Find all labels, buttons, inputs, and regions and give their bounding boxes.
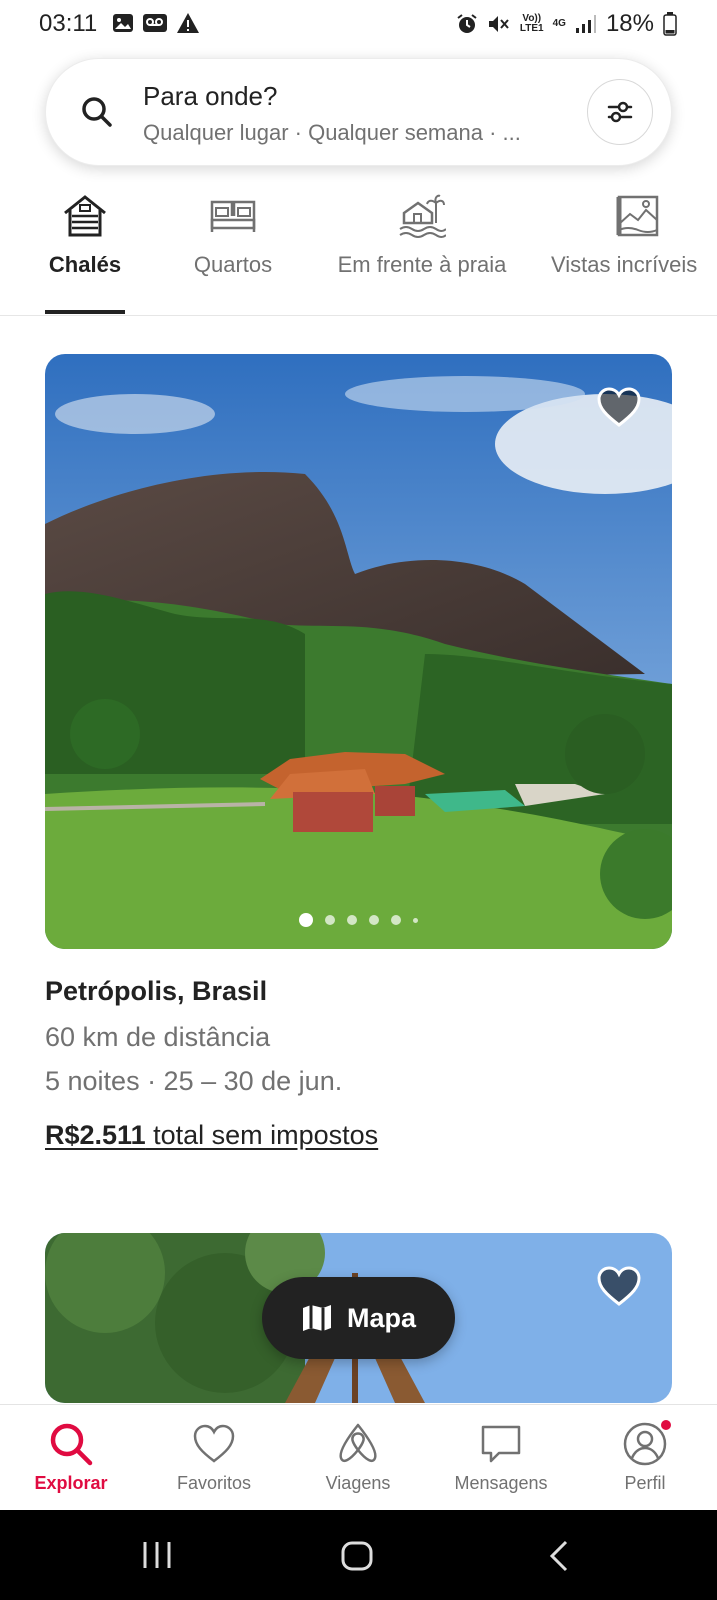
bottom-nav: Explorar Favoritos Viagens Mensagens Per… <box>0 1404 717 1510</box>
map-button-label: Mapa <box>346 1302 417 1333</box>
airbnb-logo-icon <box>339 1423 377 1462</box>
nav-mensagens[interactable]: Mensagens <box>441 1421 561 1494</box>
search-icon <box>50 1423 93 1466</box>
tab-label: Vistas incríveis <box>551 252 698 277</box>
amazing-views-icon <box>616 195 659 237</box>
nav-label: Favoritos <box>176 1473 252 1493</box>
price-amount: R$2.511 <box>45 1120 146 1150</box>
mute-icon <box>488 16 509 32</box>
category-tabs: Chalés Quartos Em frente à praia Vistas … <box>0 190 717 316</box>
search-title: Para onde? <box>143 81 278 111</box>
listing-dates: 5 noites · 25 – 30 de jun. <box>45 1066 343 1096</box>
beds-icon <box>210 200 256 232</box>
status-right-icons: Vo)) LTE1 4G 18% <box>456 10 677 38</box>
network-indicator: Vo)) LTE1 <box>519 13 544 34</box>
nav-viagens[interactable]: Viagens <box>298 1421 418 1494</box>
battery-percent: 18% <box>605 10 654 37</box>
price-suffix: total sem impostos <box>145 1120 379 1150</box>
search-subtitle: Qualquer lugar · Qualquer semana · ... <box>143 120 521 145</box>
tab-quartos[interactable]: Quartos <box>183 190 283 278</box>
carousel-dot <box>325 915 335 925</box>
nav-label: Explorar <box>34 1473 108 1493</box>
filter-sliders-icon <box>607 101 633 123</box>
nav-label: Perfil <box>624 1473 666 1493</box>
search-icon <box>82 97 112 127</box>
signal-icon <box>575 15 596 33</box>
nav-label: Mensagens <box>454 1473 548 1493</box>
tab-chales[interactable]: Chalés <box>45 190 125 278</box>
tab-label: Chalés <box>48 252 122 277</box>
photo-carousel-dots <box>45 913 672 927</box>
nav-perfil[interactable]: Perfil <box>585 1418 705 1494</box>
listing-photo-image <box>45 354 672 949</box>
tab-vistas-incriveis[interactable]: Vistas incríveis <box>551 190 717 278</box>
cabin-icon <box>64 195 106 237</box>
battery-icon <box>663 12 677 36</box>
beachfront-icon <box>399 194 446 238</box>
listing-price[interactable]: R$2.511 total sem impostos <box>45 1120 378 1151</box>
nav-label: Viagens <box>325 1473 391 1493</box>
voicemail-icon <box>143 14 167 32</box>
carousel-dot <box>347 915 357 925</box>
filter-button[interactable] <box>587 79 653 145</box>
carousel-dot <box>413 917 418 923</box>
heart-icon <box>193 1424 235 1463</box>
network-4g: 4G <box>552 18 566 29</box>
back-icon[interactable] <box>548 1540 570 1572</box>
carousel-dot <box>391 915 401 925</box>
search-bar[interactable]: Para onde? Qualquer lugar · Qualquer sem… <box>45 58 672 166</box>
listing-photo[interactable] <box>45 354 672 949</box>
status-left-icons <box>112 12 200 34</box>
tab-label: Em frente à praia <box>337 252 507 277</box>
listing-title[interactable]: Petrópolis, Brasil <box>45 976 267 1007</box>
favorite-heart-icon[interactable] <box>596 1265 642 1307</box>
map-button[interactable]: Mapa <box>262 1277 455 1359</box>
alarm-icon <box>457 14 477 33</box>
carousel-dot <box>369 915 379 925</box>
recent-apps-icon[interactable] <box>140 1540 174 1570</box>
tab-label: Quartos <box>193 252 273 277</box>
active-tab-indicator <box>45 310 125 314</box>
message-icon <box>481 1425 521 1463</box>
warning-icon <box>177 13 199 33</box>
android-navigation-bar <box>0 1510 717 1600</box>
tab-em-frente-a-praia[interactable]: Em frente à praia <box>322 190 522 278</box>
listing-distance: 60 km de distância <box>45 1022 271 1052</box>
nav-favoritos[interactable]: Favoritos <box>154 1421 274 1494</box>
image-icon <box>113 14 133 32</box>
notification-badge <box>659 1418 673 1432</box>
map-icon <box>302 1305 331 1331</box>
status-bar: 03:11 Vo)) LTE1 4G 18% <box>0 0 717 46</box>
favorite-heart-icon[interactable] <box>596 386 642 428</box>
home-icon[interactable] <box>340 1540 374 1572</box>
nav-explorar[interactable]: Explorar <box>11 1421 131 1494</box>
carousel-dot <box>299 913 313 927</box>
status-time: 03:11 <box>39 10 98 37</box>
